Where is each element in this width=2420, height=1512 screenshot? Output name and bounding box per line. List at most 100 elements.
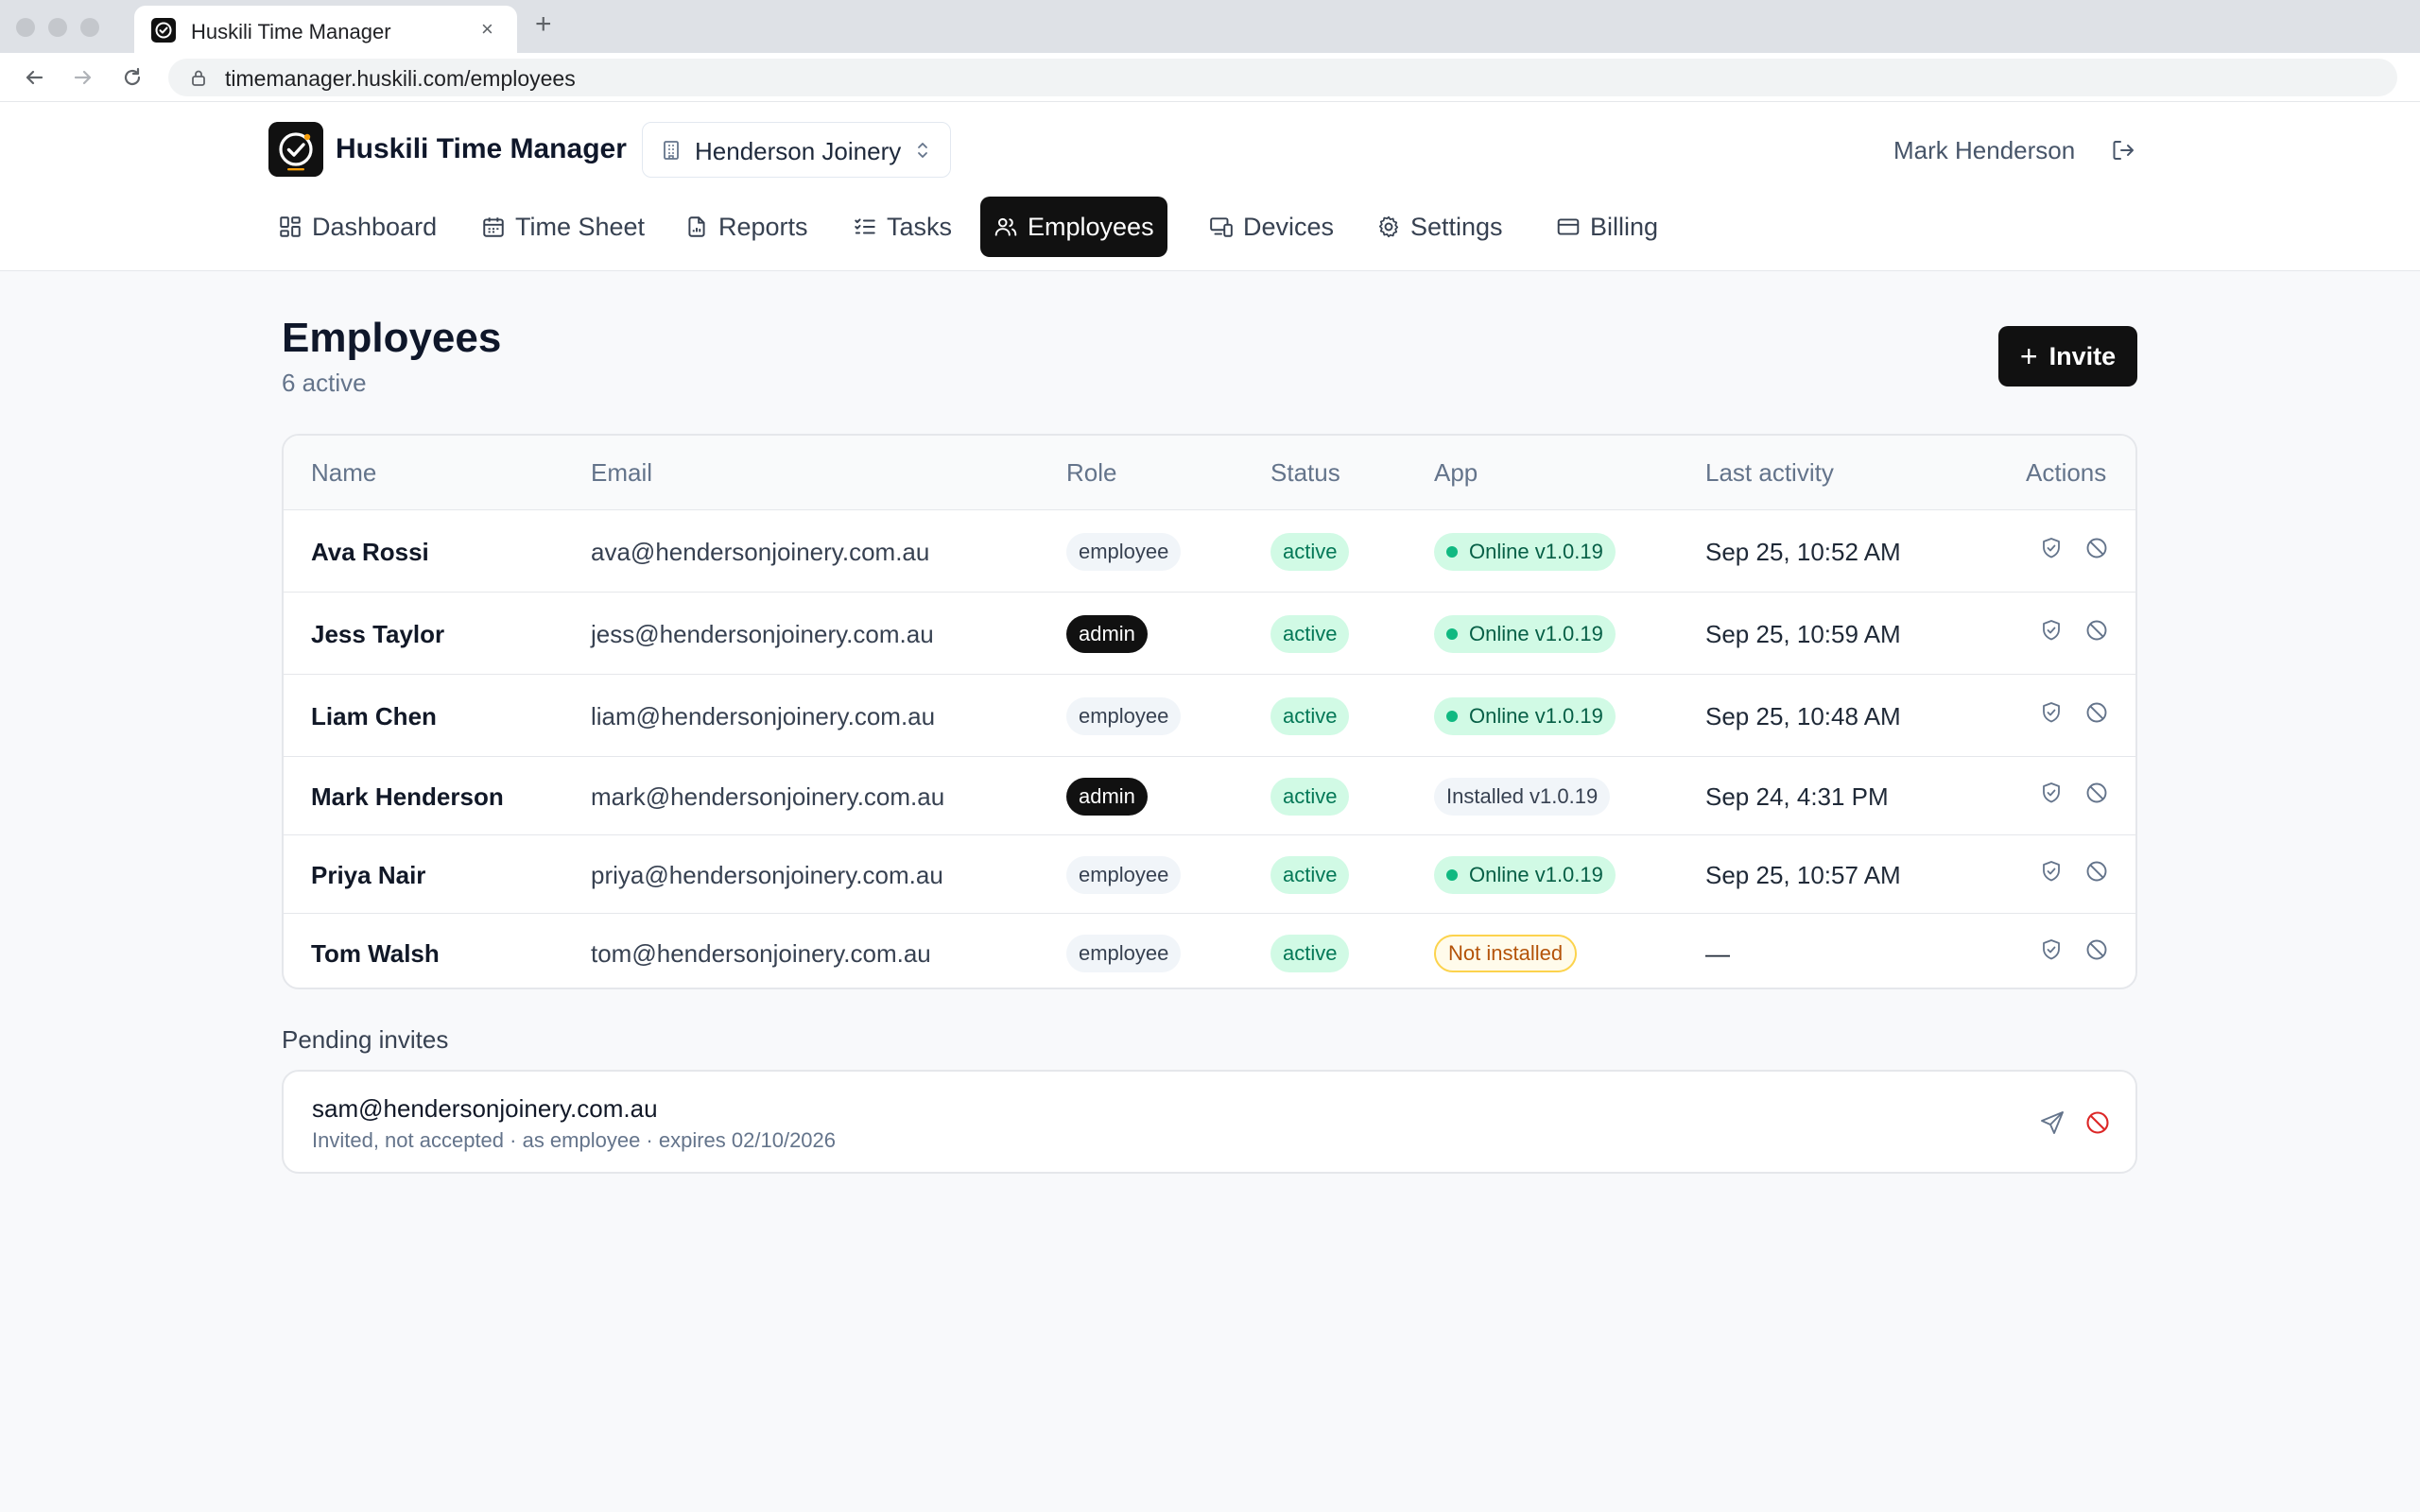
tab-close-icon[interactable]: × <box>481 17 493 42</box>
deactivate-ban-icon[interactable] <box>2084 781 2109 805</box>
change-role-shield-icon[interactable] <box>2039 937 2064 962</box>
logout-icon[interactable] <box>2110 137 2136 163</box>
nav-item-dashboard[interactable]: Dashboard <box>265 197 450 257</box>
app-favicon-icon <box>151 18 176 43</box>
organization-select[interactable]: Henderson Joinery <box>642 122 951 178</box>
column-header-last-activity[interactable]: Last activity <box>1705 458 1834 488</box>
app-status-badge: Online v1.0.19 <box>1434 855 1616 894</box>
address-bar[interactable]: timemanager.huskili.com/employees <box>168 59 2397 96</box>
app-status-badge: Online v1.0.19 <box>1434 614 1616 653</box>
calendar-icon <box>483 217 504 237</box>
credit-card-icon <box>1557 218 1580 235</box>
column-header-role[interactable]: Role <box>1066 458 1116 488</box>
invite-button-label: Invite <box>2048 341 2117 370</box>
resend-invite-send-icon[interactable] <box>2039 1109 2066 1136</box>
nav-label: Settings <box>1410 212 1503 241</box>
nav-item-tasks[interactable]: Tasks <box>839 197 965 257</box>
plus-icon: + <box>2019 339 2038 373</box>
column-header-actions: Actions <box>2026 458 2107 487</box>
nav-item-billing[interactable]: Billing <box>1543 197 1671 257</box>
employee-email: liam@hendersonjoinery.com.au <box>591 701 936 730</box>
change-role-shield-icon[interactable] <box>2039 859 2064 884</box>
column-header-email[interactable]: Email <box>591 458 652 488</box>
nav-label: Devices <box>1243 212 1335 241</box>
last-activity: Sep 25, 10:52 AM <box>1705 537 1901 566</box>
nav-item-reports[interactable]: Reports <box>671 197 821 257</box>
nav-label: Reports <box>718 212 808 241</box>
app-status-badge: Not installed <box>1434 934 1578 972</box>
lock-icon <box>192 70 205 86</box>
table-row[interactable]: Mark Henderson mark@hendersonjoinery.com.… <box>284 756 2135 834</box>
window-close-dot[interactable] <box>16 18 35 37</box>
table-row[interactable]: Tom Walsh tom@hendersonjoinery.com.au empl… <box>284 913 2135 988</box>
url-text: timemanager.huskili.com/employees <box>225 66 576 91</box>
nav-label: Tasks <box>887 212 953 241</box>
status-badge: active <box>1270 855 1350 894</box>
app-status-badge: Online v1.0.19 <box>1434 532 1616 571</box>
table-row[interactable]: Jess Taylor jess@hendersonjoinery.com.au a… <box>284 592 2135 674</box>
nav-item-employees[interactable]: Employees <box>980 197 1167 257</box>
deactivate-ban-icon[interactable] <box>2084 700 2109 725</box>
column-header-status[interactable]: Status <box>1270 458 1340 488</box>
nav-label: Billing <box>1590 212 1659 241</box>
change-role-shield-icon[interactable] <box>2039 618 2064 643</box>
window-minimize-dot[interactable] <box>48 18 67 37</box>
reload-icon[interactable] <box>119 64 146 91</box>
role-badge: employee <box>1066 696 1182 735</box>
last-activity: Sep 25, 10:48 AM <box>1705 701 1901 730</box>
list-checks-icon <box>855 218 875 234</box>
app-header: Huskili Time Manager Henderson Joinery M… <box>0 102 2420 271</box>
last-activity: — <box>1705 938 1730 968</box>
employee-name: Ava Rossi <box>311 537 429 566</box>
nav-item-time-sheet[interactable]: Time Sheet <box>468 197 658 257</box>
users-icon <box>994 217 1017 236</box>
deactivate-ban-icon[interactable] <box>2084 859 2109 884</box>
current-user-name: Mark Henderson <box>1893 136 2076 164</box>
gear-icon <box>1378 215 1399 238</box>
app-status-label: Online v1.0.19 <box>1469 862 1603 886</box>
app-logo-icon <box>268 122 323 177</box>
revoke-invite-ban-icon[interactable] <box>2084 1109 2111 1136</box>
nav-label: Time Sheet <box>515 212 646 241</box>
nav-item-settings[interactable]: Settings <box>1363 197 1516 257</box>
change-role-shield-icon[interactable] <box>2039 536 2064 560</box>
role-badge: employee <box>1066 855 1182 894</box>
nav-label: Dashboard <box>312 212 438 241</box>
new-tab-icon[interactable]: + <box>535 10 552 39</box>
browser-tabstrip: Huskili Time Manager × + <box>0 0 2420 53</box>
deactivate-ban-icon[interactable] <box>2084 937 2109 962</box>
invite-button[interactable]: + Invite <box>1998 326 2137 387</box>
nav-item-devices[interactable]: Devices <box>1196 197 1347 257</box>
employee-name: Jess Taylor <box>311 619 445 648</box>
pending-invites-heading: Pending invites <box>282 1025 449 1054</box>
window-maximize-dot[interactable] <box>80 18 99 37</box>
employee-email: tom@hendersonjoinery.com.au <box>591 938 931 968</box>
table-row[interactable]: Liam Chen liam@hendersonjoinery.com.au emp… <box>284 674 2135 756</box>
employee-email: priya@hendersonjoinery.com.au <box>591 860 943 889</box>
browser-tab[interactable]: Huskili Time Manager × <box>134 6 517 53</box>
column-header-app[interactable]: App <box>1434 458 1478 488</box>
status-badge: active <box>1270 532 1350 571</box>
change-role-shield-icon[interactable] <box>2039 781 2064 805</box>
table-row[interactable]: Priya Nair priya@hendersonjoinery.com.au e… <box>284 834 2135 913</box>
back-arrow-icon[interactable] <box>21 64 47 91</box>
employee-name: Priya Nair <box>311 860 426 889</box>
table-row[interactable]: Ava Rossi ava@hendersonjoinery.com.au empl… <box>284 509 2135 592</box>
active-count: 6 active <box>282 369 367 397</box>
forward-arrow-icon[interactable] <box>70 64 96 91</box>
deactivate-ban-icon[interactable] <box>2084 618 2109 643</box>
file-icon <box>688 216 705 237</box>
last-activity: Sep 24, 4:31 PM <box>1705 782 1889 811</box>
pending-invite-row: sam@hendersonjoinery.com.au Invited, not… <box>282 1070 2137 1174</box>
role-badge: admin <box>1066 777 1148 816</box>
app-status-label: Online v1.0.19 <box>1469 703 1603 728</box>
deactivate-ban-icon[interactable] <box>2084 536 2109 560</box>
app-status-label: Installed v1.0.19 <box>1446 783 1599 808</box>
app-status-label: Not installed <box>1448 940 1564 965</box>
employee-email: mark@hendersonjoinery.com.au <box>591 782 945 811</box>
change-role-shield-icon[interactable] <box>2039 700 2064 725</box>
employee-name: Tom Walsh <box>311 938 440 968</box>
column-header-name[interactable]: Name <box>311 458 376 488</box>
employee-name: Liam Chen <box>311 701 437 730</box>
status-badge: active <box>1270 696 1350 735</box>
